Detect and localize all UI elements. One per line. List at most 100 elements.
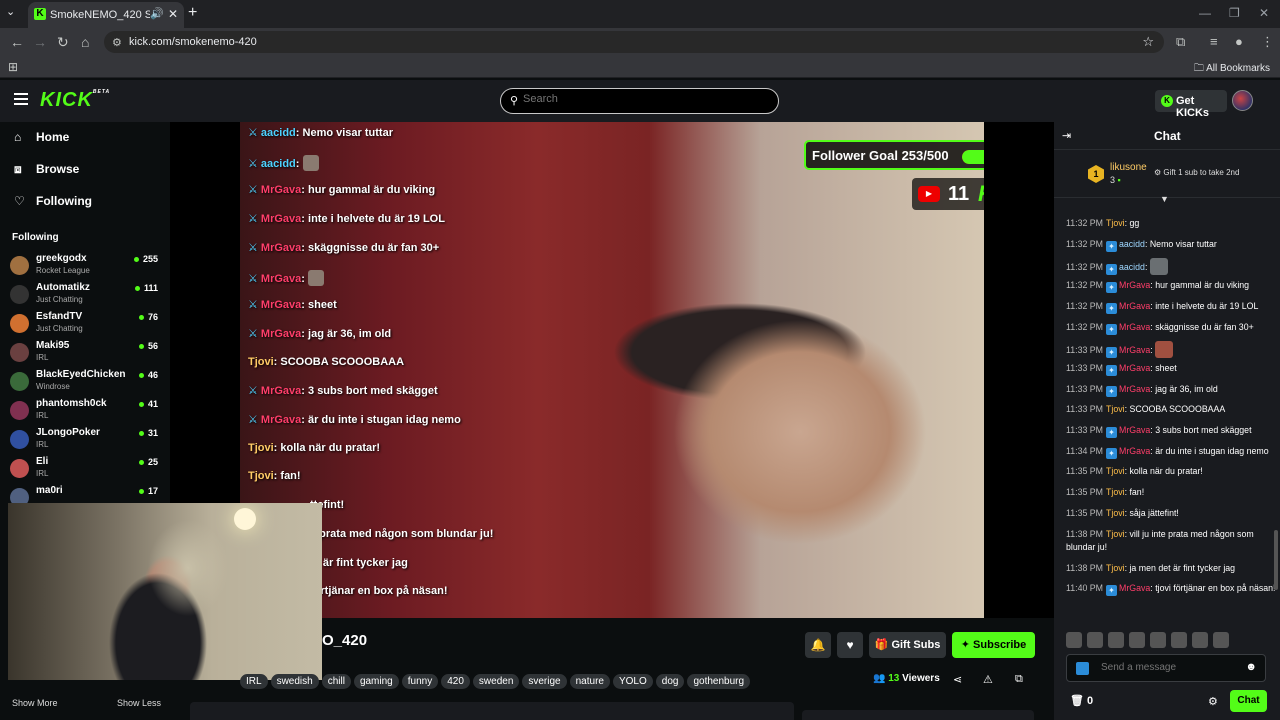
emote-icon[interactable] (1171, 632, 1187, 648)
following-item[interactable]: JLongoPoker IRL 31 (10, 426, 162, 454)
menu-dots-icon[interactable]: ⋮ (1261, 34, 1274, 50)
subscribe-button[interactable]: ✦ Subscribe (952, 632, 1035, 658)
chat-message-input[interactable] (1101, 662, 1241, 673)
close-window-icon[interactable]: ✕ (1259, 6, 1269, 20)
hamburger-menu-icon[interactable] (14, 93, 28, 105)
show-less-button[interactable]: Show Less (117, 698, 161, 708)
chat-username[interactable]: MrGava (1119, 301, 1150, 311)
reload-icon[interactable]: ↻ (57, 34, 69, 51)
leader-username[interactable]: likusone (1110, 162, 1147, 173)
collapse-chat-icon[interactable]: ⇥ (1062, 129, 1071, 142)
chat-message[interactable]: 11:33 PM Tjovi: SCOOBA SCOOOBAAA (1066, 403, 1276, 416)
nav-home[interactable]: ⌂ Home (14, 130, 69, 144)
show-more-button[interactable]: Show More (12, 698, 58, 708)
clip-icon[interactable]: ⧉ (1015, 673, 1023, 686)
chat-message[interactable]: 11:33 PM ✦ MrGava: (1066, 341, 1276, 359)
chat-username[interactable]: Tjovi (1106, 466, 1125, 476)
tag-chip[interactable]: gothenburg (687, 674, 751, 689)
tag-chip[interactable]: YOLO (612, 674, 653, 689)
browser-tab[interactable]: K SmokeNEMO_420 Stream - 🔊 ✕ (28, 2, 184, 28)
gift-subs-button[interactable]: 🎁 Gift Subs (869, 632, 946, 658)
nav-following[interactable]: ♡ Following (14, 194, 92, 208)
tab-list-chevron-icon[interactable]: ⌄ (6, 5, 15, 18)
apps-grid-icon[interactable]: ⊞ (8, 60, 18, 74)
chat-message[interactable]: 11:38 PM Tjovi: ja men det är fint tycker… (1066, 562, 1276, 575)
nav-browse[interactable]: ⧈ Browse (14, 162, 79, 177)
chat-message[interactable]: 11:32 PM ✦ MrGava: inte i helvete du är 19… (1066, 300, 1276, 314)
emote-icon[interactable] (1129, 632, 1145, 648)
chat-username[interactable]: Tjovi (1106, 563, 1125, 573)
get-kicks-button[interactable]: K Get KICKs (1155, 90, 1227, 119)
emote-icon[interactable] (1150, 632, 1166, 648)
emote-icon[interactable] (1192, 632, 1208, 648)
chat-username[interactable]: Tjovi (1106, 404, 1125, 414)
chat-username[interactable]: Tjovi (1106, 218, 1125, 228)
chat-username[interactable]: MrGava (1119, 384, 1150, 394)
chat-username[interactable]: aacidd (1119, 239, 1145, 249)
chat-message[interactable]: 11:32 PM Tjovi: gg (1066, 217, 1276, 230)
close-tab-icon[interactable]: ✕ (168, 7, 178, 21)
chat-settings-icon[interactable]: ⚙ (1208, 695, 1218, 708)
tag-chip[interactable]: sweden (472, 674, 520, 689)
media-icon[interactable]: ≡ (1210, 34, 1218, 49)
forward-icon[interactable]: → (33, 34, 47, 50)
gift-prompt[interactable]: ⚙ Gift 1 sub to take 2nd (1154, 168, 1239, 177)
audio-playing-icon[interactable]: 🔊 (150, 7, 164, 20)
restore-icon[interactable]: ❐ (1229, 6, 1240, 20)
emote-icon[interactable] (1087, 632, 1103, 648)
chat-message[interactable]: 11:32 PM ✦ aacidd: (1066, 258, 1276, 276)
chat-username[interactable]: MrGava (1119, 363, 1150, 373)
omnibox[interactable]: ⚙ kick.com/smokenemo-420 ☆ (104, 31, 1164, 53)
following-item[interactable]: BlackEyedChicken Windrose 46 (10, 368, 162, 396)
new-tab-button[interactable]: + (188, 4, 197, 22)
chat-username[interactable]: Tjovi (1106, 508, 1125, 518)
chat-message[interactable]: 11:33 PM ✦ MrGava: jag är 36, im old (1066, 383, 1276, 397)
chat-input-box[interactable]: ☻ (1066, 654, 1266, 682)
emote-icon[interactable] (1108, 632, 1124, 648)
following-item[interactable]: Eli IRL 25 (10, 455, 162, 483)
chat-message[interactable]: 11:33 PM ✦ MrGava: 3 subs bort med skägget (1066, 424, 1276, 438)
tag-chip[interactable]: 420 (441, 674, 470, 689)
all-bookmarks[interactable]: 🗀 All Bookmarks (1194, 61, 1270, 78)
tag-chip[interactable]: chill (321, 674, 351, 689)
site-info-icon[interactable]: ⚙ (112, 36, 122, 49)
channel-points[interactable]: 🗑 0 (1070, 694, 1093, 707)
tag-chip[interactable]: nature (569, 674, 610, 689)
send-chat-button[interactable]: Chat (1230, 690, 1267, 712)
chat-username[interactable]: MrGava (1119, 583, 1150, 593)
report-icon[interactable]: ⚠ (983, 673, 993, 686)
chat-username[interactable]: aacidd (1119, 262, 1145, 272)
minimize-icon[interactable]: — (1199, 6, 1211, 20)
search-bar[interactable]: ⚲ (500, 88, 779, 114)
chat-message[interactable]: 11:32 PM ✦ MrGava: skäggnisse du är fan 30… (1066, 321, 1276, 335)
user-avatar[interactable] (1232, 90, 1253, 111)
following-item[interactable]: Automatikz Just Chatting 111 (10, 281, 162, 309)
chat-username[interactable]: MrGava (1119, 280, 1150, 290)
expand-chevron-icon[interactable]: ▼ (1160, 194, 1169, 204)
notification-bell-button[interactable]: 🔔 (805, 632, 831, 658)
tag-chip[interactable]: gaming (353, 674, 399, 689)
chat-username[interactable]: MrGava (1119, 345, 1150, 355)
chat-message[interactable]: 11:35 PM Tjovi: fan! (1066, 486, 1276, 499)
chat-message[interactable]: 11:35 PM Tjovi: kolla när du pratar! (1066, 465, 1276, 478)
chat-message[interactable]: 11:33 PM ✦ MrGava: sheet (1066, 362, 1276, 376)
chat-message[interactable]: 11:40 PM ✦ MrGava: tjovi förtjänar en box … (1066, 582, 1276, 597)
chat-message[interactable]: 11:32 PM ✦ MrGava: hur gammal är du viking (1066, 279, 1276, 294)
back-icon[interactable]: ← (10, 34, 24, 50)
page-scrollbar[interactable] (1274, 530, 1278, 590)
bookmark-star-icon[interactable]: ☆ (1142, 34, 1154, 50)
emote-icon[interactable] (1066, 632, 1082, 648)
follow-heart-button[interactable]: ♥ (837, 632, 863, 658)
chat-username[interactable]: Tjovi (1106, 487, 1125, 497)
chat-message[interactable]: 11:35 PM Tjovi: såja jättefint! (1066, 507, 1276, 520)
tag-chip[interactable]: funny (401, 674, 439, 689)
tag-chip[interactable]: dog (655, 674, 685, 689)
search-input[interactable] (523, 93, 763, 105)
chat-username[interactable]: MrGava (1119, 446, 1150, 456)
url-text[interactable]: kick.com/smokenemo-420 (129, 36, 257, 48)
kick-logo[interactable]: KICKBETA (40, 89, 110, 112)
chat-message[interactable]: 11:34 PM ✦ MrGava: är du inte i stugan ida… (1066, 445, 1276, 459)
emoji-picker-icon[interactable]: ☻ (1245, 661, 1257, 673)
home-browser-icon[interactable]: ⌂ (81, 34, 89, 50)
following-item[interactable]: EsfandTV Just Chatting 76 (10, 310, 162, 338)
